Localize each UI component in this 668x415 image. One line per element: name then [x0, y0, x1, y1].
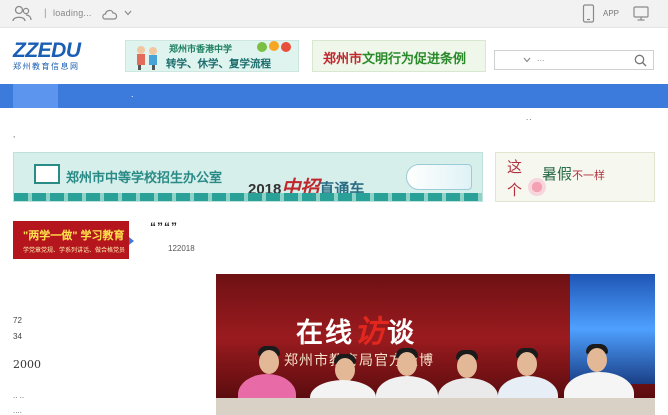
transfer-process-banner[interactable]: 郑州市香港中学 转学、休学、复学流程	[125, 40, 299, 72]
body-text: .. ..	[13, 391, 25, 400]
chevron-down-icon[interactable]	[523, 57, 531, 63]
summer-char-2: 个	[507, 182, 523, 199]
trees-decoration-icon	[257, 41, 291, 52]
site-logo[interactable]: ZZEDU 郑州教育信息网	[13, 39, 101, 72]
top-bar: | loading... APP	[0, 0, 668, 28]
photo-headline-a: 在线	[296, 318, 354, 348]
carousel-arrow-icon[interactable]	[129, 237, 134, 245]
users-icon[interactable]	[12, 5, 32, 23]
stat-text: 2000	[13, 358, 41, 371]
stat-text: 72	[13, 316, 22, 325]
app-link[interactable]: APP	[603, 9, 619, 18]
weather-loading-text: loading...	[53, 8, 92, 18]
body-text: ....	[13, 406, 22, 415]
logo-brand: ZZEDU	[13, 39, 81, 62]
person-head	[397, 352, 417, 376]
stat-text: 34	[13, 332, 22, 341]
banner-school-name: 郑州市香港中学	[169, 44, 233, 54]
summer-slogan-main: 暑假	[542, 166, 573, 183]
person-head	[457, 354, 477, 378]
civilization-regulation-banner[interactable]: 郑州市文明行为促进条例	[312, 40, 486, 72]
enrollment-office-banner[interactable]: 郑州市中等学校招生办公室 2018中招直通车	[13, 152, 483, 202]
search-icon[interactable]	[634, 54, 647, 67]
person-head	[335, 358, 355, 382]
search-input[interactable]: ...	[537, 53, 545, 63]
students-illustration-icon	[137, 46, 157, 70]
article-title: “”“”	[150, 220, 178, 234]
summer-char-1: 这	[507, 159, 523, 176]
summer-slogan: 暑假不一样	[542, 163, 605, 184]
banner-process-text: 转学、休学、复学流程	[166, 58, 271, 70]
banner-regulation-text: 郑州市文明行为促进条例	[323, 48, 466, 67]
banner-stripe	[14, 193, 482, 201]
photo-headline-b: 谈	[387, 318, 416, 348]
blackboard-icon	[34, 164, 60, 184]
interview-photo: 在线访谈 郑州市教育局官方微博	[216, 274, 655, 415]
person-head	[587, 348, 607, 372]
breadcrumb-right: ..	[526, 113, 533, 122]
phone-icon[interactable]	[582, 4, 595, 23]
photo-screen	[570, 274, 655, 384]
chevron-down-icon[interactable]	[124, 10, 132, 16]
person-head	[259, 350, 279, 374]
divider: |	[44, 8, 47, 19]
nav-home-tab[interactable]	[13, 84, 58, 108]
photo-headline: 在线访谈	[296, 306, 416, 351]
breadcrumb: ,	[13, 130, 16, 139]
nav-item[interactable]: .	[131, 89, 134, 99]
logo-subtitle: 郑州教育信息网	[13, 62, 80, 71]
photo-desk	[216, 398, 655, 415]
enrollment-office-title: 郑州市中等学校招生办公室	[66, 170, 223, 185]
summer-banner[interactable]: 这 个 暑假不一样	[495, 152, 655, 202]
main-nav: .	[0, 84, 668, 108]
banner-regulation-title: 文明行为促进条例	[362, 52, 467, 67]
banner-city-text: 郑州市	[323, 52, 363, 67]
person-head	[517, 352, 537, 376]
cloud-icon[interactable]	[101, 6, 119, 21]
photo-headline-red: 访	[354, 314, 387, 349]
train-icon	[406, 164, 472, 190]
monitor-icon[interactable]	[633, 6, 649, 21]
study-banner-title: "两学一做" 学习教育	[23, 230, 125, 242]
summer-slogan-small: 不一样	[572, 170, 606, 182]
article-meta: 122018	[168, 244, 195, 253]
study-education-banner[interactable]: "两学一做" 学习教育 学党章党规、学系列讲话、做合格党员	[13, 221, 129, 259]
study-banner-subtitle: 学党章党规、学系列讲话、做合格党员	[23, 248, 126, 254]
search-box[interactable]: ...	[494, 50, 654, 70]
